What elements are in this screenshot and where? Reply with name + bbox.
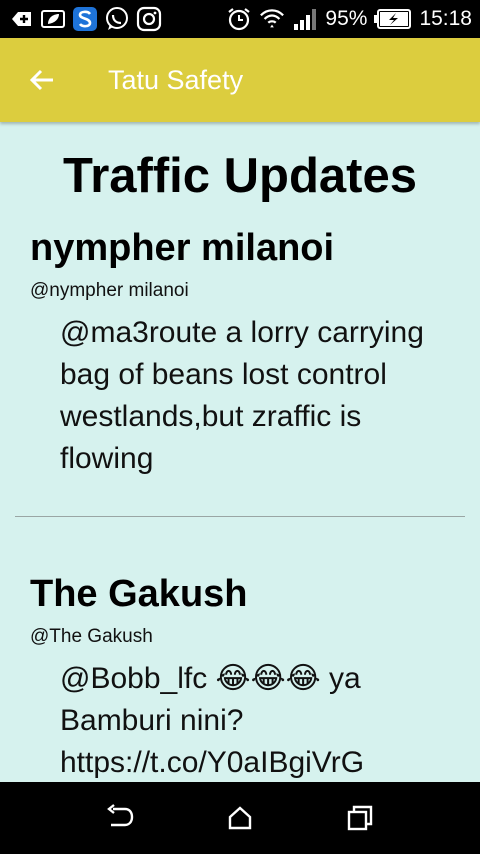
traffic-feed[interactable]: Traffic Updates nympher milanoi @nympher… <box>0 122 480 782</box>
back-arrow-icon <box>107 804 134 827</box>
nav-home-button[interactable] <box>210 788 270 848</box>
clock-time: 15:18 <box>419 7 472 30</box>
nav-recents-button[interactable] <box>330 788 390 848</box>
tweet-author-name: nympher milanoi <box>30 227 335 269</box>
status-bar: 95% 15:18 <box>0 0 480 38</box>
battery-charging-icon <box>374 6 412 32</box>
leaf-message-icon <box>40 6 66 32</box>
wifi-icon <box>259 6 285 32</box>
whatsapp-icon <box>104 6 130 32</box>
app-title: Tatu Safety <box>108 64 244 95</box>
battery-percent: 95% <box>325 7 368 30</box>
divider <box>15 516 465 517</box>
system-status: 95% 15:18 <box>226 6 472 32</box>
tweet-author-handle: @nympher milanoi <box>30 280 189 301</box>
recents-icon <box>347 805 373 831</box>
add-icon <box>8 6 34 32</box>
tweet-text: @ma3route a lorry carrying bag of beans … <box>60 316 424 475</box>
tweet-author-handle: @The Gakush <box>30 626 153 647</box>
navigation-bar <box>0 782 480 854</box>
instagram-icon <box>136 6 162 32</box>
home-icon <box>228 806 252 830</box>
alarm-icon <box>226 6 252 32</box>
signal-icon <box>292 6 318 32</box>
back-button[interactable] <box>0 38 84 122</box>
s-app-icon <box>72 6 98 32</box>
arrow-left-icon <box>29 69 53 91</box>
app-bar: Tatu Safety <box>0 38 480 122</box>
tweet-item[interactable]: nympher milanoi @nympher milanoi @ma3rou… <box>0 226 480 480</box>
tweet-item[interactable]: The Gakush @The Gakush @Bobb_lfc 😂😂😂 ya … <box>0 572 480 782</box>
page-title: Traffic Updates <box>63 149 417 203</box>
nav-back-button[interactable] <box>90 788 150 848</box>
tweet-author-name: The Gakush <box>30 573 248 615</box>
notification-icons <box>8 6 162 32</box>
tweet-text: @Bobb_lfc 😂😂😂 ya Bamburi nini? https://t… <box>60 662 365 779</box>
